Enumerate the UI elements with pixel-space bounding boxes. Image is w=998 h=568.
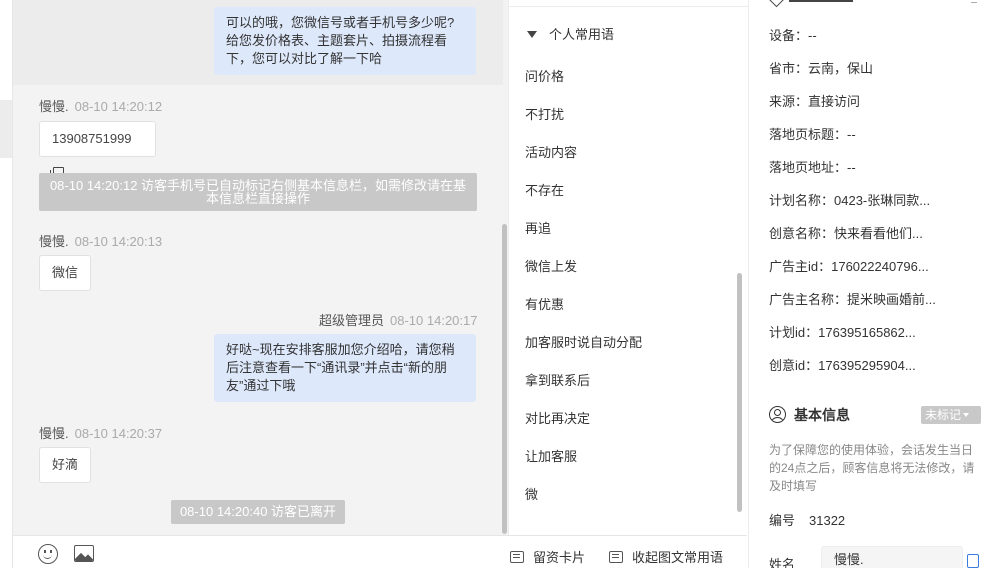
collapse-icon [609,551,623,563]
info-creative-id: 创意id：176395295904... [769,358,916,373]
collapse-phrases-label: 收起图文常用语 [632,550,724,565]
basic-info-header: 基本信息 [769,405,850,425]
quick-phrases-panel: 个人常用语 问价格 不打扰 活动内容 不存在 再追 微信上发 有优惠 加客服时说… [508,0,748,535]
tag-dropdown-value: 未标记 [925,408,962,422]
agent-sender-line: 超级管理员 08-10 14:20:17 [319,310,477,329]
left-edge-strip [0,0,12,568]
info-source: 来源：直接访问 [769,94,861,109]
card-icon [510,551,524,563]
info-plan-id: 计划id：176395165862... [769,325,916,340]
name-field[interactable]: 慢慢. [821,546,963,568]
emoji-icon[interactable] [38,544,58,564]
chat-message-area: 可以的哦，您微信号或者手机号多少呢? 给您发价格表、主题套片、拍摄流程看 下，您… [12,0,508,535]
sender-name: 慢慢. [39,99,69,114]
image-icon[interactable] [74,545,94,562]
visitor-message-bubble: 13908751999 [39,121,156,179]
visitor-info-panel: 设备：-- 省市：云南，保山 来源：直接访问 落地页标题：-- 落地页地址：--… [748,0,998,568]
phrase-item[interactable]: 让加客服 [525,446,577,465]
phrase-item[interactable]: 不打扰 [525,104,564,123]
message-line: 下，您可以对比了解一下哈 [226,51,383,66]
sender-name: 慢慢. [39,234,69,249]
divider [509,6,748,7]
message-line: 友”通过下哦 [226,378,296,393]
phrase-item[interactable]: 有优惠 [525,294,564,313]
sender-name: 慢慢. [39,426,69,441]
info-landing-url: 落地页地址：-- [769,160,856,175]
info-advertiser-name: 广告主名称：提米映画婚前... [769,292,936,307]
message-line: 给您发价格表、主题套片、拍摄流程看 [226,33,448,48]
message-line: 后注意查看一下“通讯录”并点击“新的朋 [226,360,447,375]
collapse-phrases-button[interactable]: 收起图文常用语 [609,536,723,568]
caret-down-icon [963,413,970,417]
visitor-sender-line: 慢慢. 08-10 14:20:12 [39,96,162,115]
id-label: 编号 [769,513,796,528]
chat-workspace: 可以的哦，您微信号或者手机号多少呢? 给您发价格表、主题套片、拍摄流程看 下，您… [0,0,998,568]
message-line: 好哒~现在安排客服加您介绍哈，请您稍 [226,342,455,357]
info-region: 省市：云南，保山 [769,61,874,76]
copy-icon[interactable] [967,554,979,568]
section-title-fragment [789,0,853,2]
phrase-item[interactable]: 加客服时说自动分配 [525,332,642,351]
lead-card-label: 留资卡片 [533,550,586,565]
phrase-item[interactable]: 微信上发 [525,256,577,275]
tag-dropdown[interactable]: 未标记 [921,406,981,424]
phrases-scrollbar[interactable] [737,273,742,512]
info-device: 设备：-- [769,28,817,43]
message-time: 08-10 14:20:12 [74,99,163,114]
phrase-group-title: 个人常用语 [549,27,615,42]
edit-hint-text: 为了保障您的使用体验，会话发生当日的24点之后，顾客信息将无法修改，请及时填写 [769,443,975,493]
id-value: 31322 [809,513,846,528]
message-time: 08-10 14:20:17 [390,313,478,328]
message-line: 可以的哦，您微信号或者手机号多少呢? [226,15,455,30]
info-plan-name: 计划名称：0423-张琳同款... [769,193,931,208]
phrase-item[interactable]: 微 [525,484,538,503]
basic-info-title: 基本信息 [794,407,850,423]
phrase-item[interactable]: 再追 [525,218,551,237]
name-label: 姓名 [769,557,796,568]
phrase-item[interactable]: 不存在 [525,180,564,199]
left-edge-marker [0,100,12,158]
phrase-item[interactable]: 拿到联系后 [525,370,590,389]
system-notice: 08-10 14:20:12 访客手机号已自动标记右侧基本信息栏，如需修改请在基… [39,173,477,211]
phrase-item[interactable]: 问价格 [525,66,564,85]
agent-message-bubble: 可以的哦，您微信号或者手机号多少呢? 给您发价格表、主题套片、拍摄流程看 下，您… [214,7,476,75]
phrase-group-header[interactable]: 个人常用语 [527,24,614,43]
info-landing-title: 落地页标题：-- [769,127,856,142]
lead-card-button[interactable]: 留资卡片 [510,536,585,568]
phrase-item[interactable]: 对比再决定 [525,408,590,427]
info-advertiser-id: 广告主id：176022240796... [769,259,929,274]
message-time: 08-10 14:20:37 [74,426,163,441]
system-notice: 08-10 14:20:40 访客已离开 [171,500,345,524]
message-time: 08-10 14:20:13 [74,234,163,249]
visitor-sender-line: 慢慢. 08-10 14:20:37 [39,423,162,442]
caret-down-icon [527,31,537,38]
visitor-message-bubble: 好滴 [39,447,92,483]
phrase-item[interactable]: 活动内容 [525,142,577,161]
visitor-message-bubble: 微信 [39,255,92,291]
chat-toolbar: 留资卡片 收起图文常用语 [12,535,747,568]
visitor-sender-line: 慢慢. 08-10 14:20:13 [39,231,162,250]
chat-scrollbar[interactable] [502,224,507,534]
edit-icon[interactable] [971,0,977,3]
diamond-icon [768,0,785,8]
phone-number-text: 13908751999 [52,131,132,146]
info-creative-name: 创意名称：快来看看他们... [769,226,923,241]
user-icon [769,406,786,423]
notice-line: 本信息栏直接操作 [205,191,310,206]
agent-message-bubble: 好哒~现在安排客服加您介绍哈，请您稍 后注意查看一下“通讯录”并点击“新的朋 友… [214,334,476,402]
sender-name: 超级管理员 [319,313,385,328]
visitor-id-row: 编号 31322 [769,510,845,529]
